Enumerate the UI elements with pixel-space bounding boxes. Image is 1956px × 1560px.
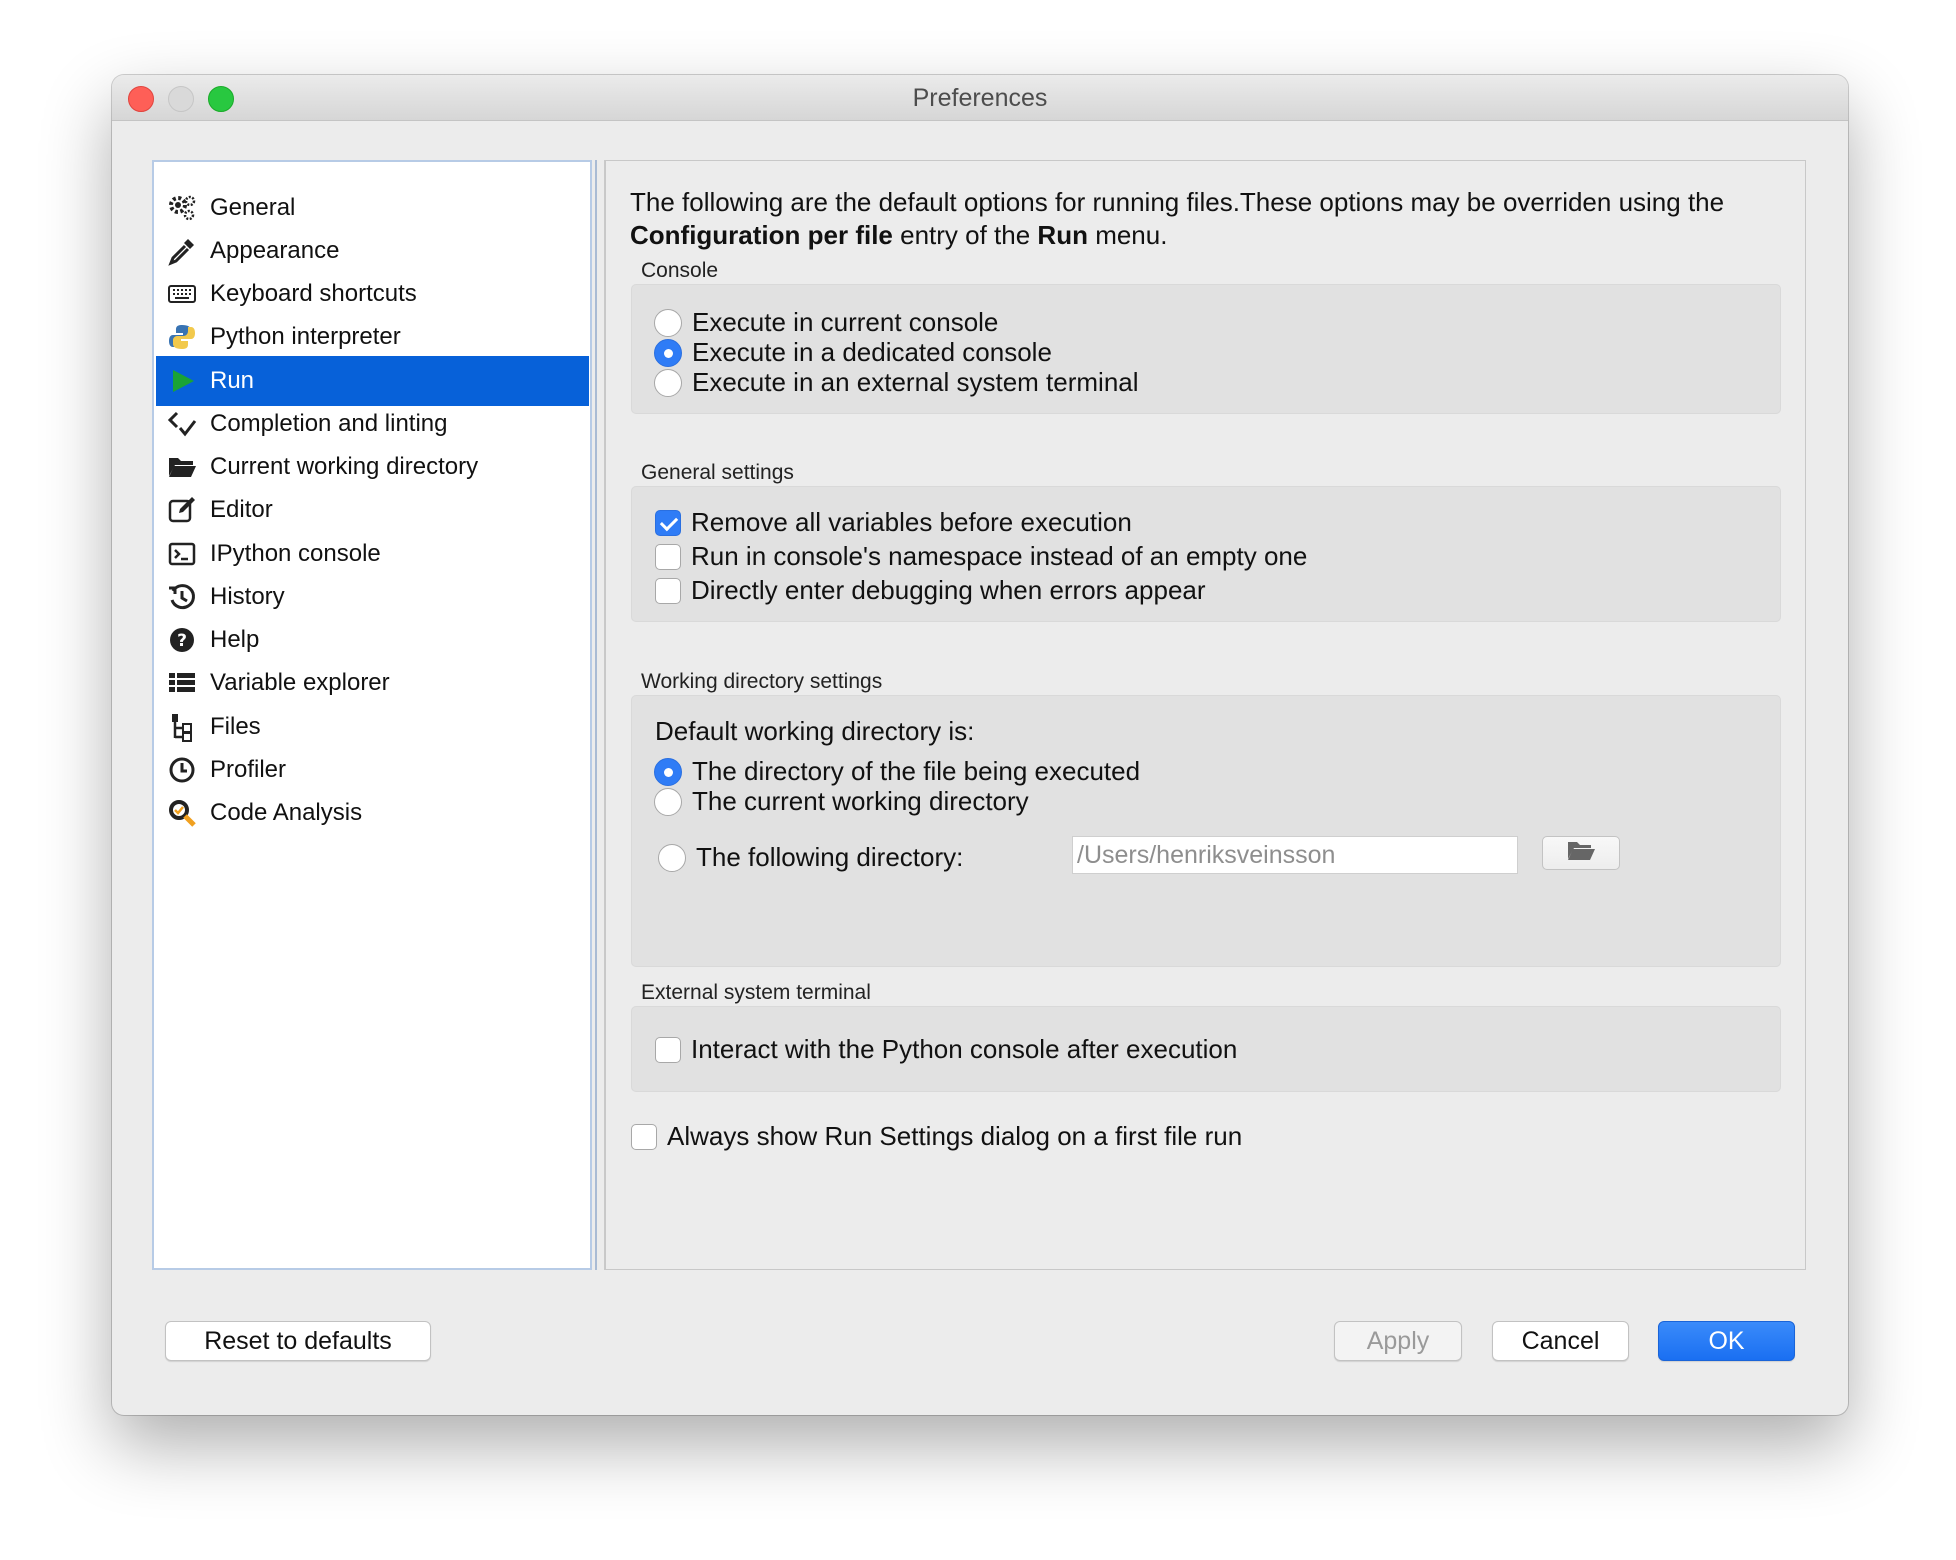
option-label: Execute in an external system terminal (692, 367, 1139, 397)
checkbox[interactable] (655, 1036, 681, 1063)
sidebar-item-label: Completion and linting (210, 410, 448, 437)
history-icon (166, 581, 198, 613)
ok-button[interactable]: OK (1658, 1321, 1795, 1361)
checkbox-console-namespace[interactable]: Run in console's namespace instead of an… (655, 541, 1307, 572)
sidebar-item-label: Code Analysis (210, 799, 363, 826)
sidebar-item-label: IPython console (210, 540, 381, 567)
radio-button[interactable] (658, 843, 686, 872)
workdir-heading: Default working directory is: (655, 716, 975, 746)
radio-current-working-directory[interactable]: The current working directory (654, 786, 1029, 817)
sidebar-item-label: Keyboard shortcuts (210, 280, 417, 307)
edit-icon (166, 494, 198, 526)
sidebar-item-label: Run (210, 367, 255, 394)
intro-text-part: entry of the (892, 220, 1038, 250)
eyedropper-icon (166, 235, 198, 267)
code-check-icon (166, 408, 198, 440)
folder-open-icon (166, 451, 198, 483)
radio-current-console[interactable]: Execute in current console (654, 307, 998, 338)
run-settings-page: The following are the default options fo… (605, 160, 1806, 1270)
option-label: Execute in current console (692, 307, 999, 337)
table-list-icon (166, 667, 198, 699)
clock-icon (166, 754, 198, 786)
python-icon (166, 321, 198, 353)
radio-button-selected[interactable] (654, 338, 682, 367)
radio-file-directory[interactable]: The directory of the file being executed (654, 756, 1140, 787)
option-label: Run in console's namespace instead of an… (691, 541, 1308, 571)
browse-directory-button[interactable] (1542, 836, 1620, 870)
file-tree-icon (166, 711, 198, 743)
checkbox-remove-variables[interactable]: Remove all variables before execution (655, 507, 1132, 538)
intro-text: The following are the default options fo… (630, 186, 1780, 252)
sidebar-item-label: Python interpreter (210, 323, 401, 350)
sidebar-item-editor[interactable]: Editor (156, 485, 589, 535)
sidebar-item-variable-explorer[interactable]: Variable explorer (156, 658, 589, 708)
radio-following-directory[interactable]: The following directory: (658, 842, 963, 873)
checkbox[interactable] (655, 577, 681, 604)
option-label: Execute in a dedicated console (692, 337, 1052, 367)
title-bar[interactable]: Preferences (112, 75, 1848, 121)
checkbox[interactable] (655, 543, 681, 570)
general-settings-group: Remove all variables before execution Ru… (631, 486, 1781, 622)
preferences-window: Preferences General Appearance Keyboard … (112, 75, 1848, 1415)
checkbox[interactable] (631, 1123, 657, 1150)
apply-button[interactable]: Apply (1334, 1321, 1462, 1361)
option-label: Directly enter debugging when errors app… (691, 575, 1206, 605)
option-label: Always show Run Settings dialog on a fir… (667, 1121, 1243, 1151)
directory-path-input[interactable]: /Users/henriksveinsson (1072, 836, 1518, 874)
option-label: Remove all variables before execution (691, 507, 1132, 537)
sidebar-item-label: History (210, 583, 285, 610)
window-title: Preferences (912, 84, 1048, 112)
radio-button-selected[interactable] (654, 757, 682, 786)
radio-button[interactable] (654, 787, 682, 816)
question-circle-icon: ? (166, 624, 198, 656)
magnifier-icon (166, 797, 198, 829)
sidebar-item-label: Profiler (210, 756, 287, 783)
radio-external-terminal[interactable]: Execute in an external system terminal (654, 367, 1139, 398)
external-terminal-group: Interact with the Python console after e… (631, 1006, 1781, 1092)
option-label: Interact with the Python console after e… (691, 1034, 1238, 1064)
intro-bold-config: Configuration per file (630, 220, 893, 250)
keyboard-icon (166, 278, 198, 310)
console-group-title: Console (641, 259, 719, 282)
intro-text-part: menu. (1087, 220, 1168, 250)
gears-icon (166, 192, 198, 224)
folder-open-icon (1566, 839, 1596, 868)
preferences-sidebar: General Appearance Keyboard shortcuts Py… (152, 160, 592, 1270)
sidebar-item-label: Help (210, 626, 260, 653)
intro-text-part: The following are the default options fo… (630, 187, 1725, 217)
option-label: The current working directory (692, 786, 1029, 816)
sidebar-item-label: Editor (210, 496, 273, 523)
sidebar-item-code-analysis[interactable]: Code Analysis (156, 788, 589, 838)
svg-text:?: ? (177, 631, 187, 651)
workdir-group-title: Working directory settings (641, 670, 883, 693)
sidebar-item-python-interpreter[interactable]: Python interpreter (156, 312, 589, 362)
option-label: The directory of the file being executed (692, 756, 1141, 786)
sidebar-item-label: Appearance (210, 237, 340, 264)
sidebar-item-label: Variable explorer (210, 669, 390, 696)
radio-button[interactable] (654, 308, 682, 337)
reset-to-defaults-button[interactable]: Reset to defaults (165, 1321, 431, 1361)
cancel-button[interactable]: Cancel (1492, 1321, 1629, 1361)
checkbox-interact-python[interactable]: Interact with the Python console after e… (655, 1034, 1237, 1065)
checkbox-always-show-run-settings[interactable]: Always show Run Settings dialog on a fir… (631, 1121, 1242, 1152)
checkbox-debug-on-errors[interactable]: Directly enter debugging when errors app… (655, 575, 1206, 606)
play-icon (166, 365, 198, 397)
sidebar-splitter[interactable] (595, 160, 605, 1270)
sidebar-item-label: Current working directory (210, 453, 479, 480)
terminal-icon (166, 538, 198, 570)
sidebar-item-label: General (210, 194, 296, 221)
radio-dedicated-console[interactable]: Execute in a dedicated console (654, 337, 1052, 368)
console-group: Execute in current console Execute in a … (631, 284, 1781, 414)
working-directory-group: Default working directory is: The direct… (631, 695, 1781, 967)
external-group-title: External system terminal (641, 981, 871, 1004)
sidebar-item-label: Files (210, 713, 261, 740)
checkbox-checked[interactable] (655, 509, 681, 536)
radio-button[interactable] (654, 368, 682, 397)
general-group-title: General settings (641, 461, 794, 484)
option-label: The following directory: (696, 842, 964, 872)
intro-bold-run: Run (1037, 220, 1088, 250)
